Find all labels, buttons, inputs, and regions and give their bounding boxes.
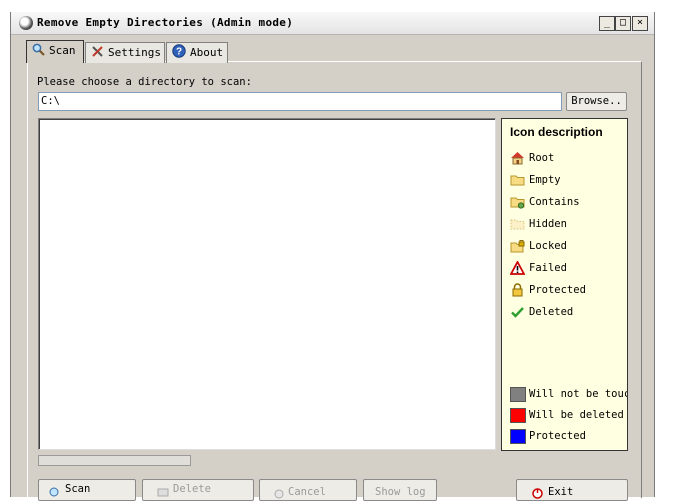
tab-about[interactable]: ? About xyxy=(166,42,228,63)
app-icon xyxy=(19,16,33,30)
scan-button[interactable]: Scan xyxy=(38,479,136,501)
cancel-button-icon xyxy=(274,489,284,502)
progress-bar xyxy=(38,455,191,466)
tab-scan-label: Scan xyxy=(49,44,76,57)
lock-icon xyxy=(510,283,525,297)
svg-text:?: ? xyxy=(176,47,182,58)
delete-button-label: Delete xyxy=(173,483,211,495)
locked-folder-icon xyxy=(510,239,525,253)
gray-swatch xyxy=(510,387,526,402)
tab-scan[interactable]: Scan xyxy=(26,40,84,63)
warning-icon xyxy=(509,260,526,275)
checkmark-icon xyxy=(510,305,525,319)
folder-contains-icon xyxy=(510,195,525,209)
cancel-button[interactable]: Cancel xyxy=(259,479,357,501)
house-icon xyxy=(510,151,525,165)
blue-swatch xyxy=(510,429,526,444)
app-window: Remove Empty Directories (Admin mode) _ … xyxy=(10,12,655,501)
hidden-folder-icon xyxy=(510,217,525,231)
folder-icon xyxy=(510,173,525,187)
tab-settings-label: Settings xyxy=(108,46,161,59)
show-log-button[interactable]: Show log xyxy=(363,479,437,501)
tab-about-label: About xyxy=(190,46,224,59)
delete-button[interactable]: Delete xyxy=(142,479,254,501)
exit-button[interactable]: Exit xyxy=(516,479,628,501)
magnifier-icon xyxy=(32,43,45,63)
exit-icon xyxy=(532,488,543,502)
cancel-button-label: Cancel xyxy=(288,486,326,498)
directory-input[interactable]: C:\ xyxy=(38,92,562,111)
show-log-button-label: Show log xyxy=(375,486,426,498)
directory-prompt-label: Please choose a directory to scan: xyxy=(37,76,252,88)
icon-legend: Icon description Root Empty Contains Hid… xyxy=(501,118,628,451)
delete-button-icon xyxy=(157,487,169,500)
title-bar[interactable]: Remove Empty Directories (Admin mode) _ … xyxy=(11,12,654,35)
exit-button-label: Exit xyxy=(548,486,574,498)
minimize-button[interactable]: _ xyxy=(599,16,615,31)
browse-button[interactable]: Browse.. xyxy=(566,92,627,111)
directory-tree-view[interactable] xyxy=(38,118,496,450)
help-icon: ? xyxy=(172,44,186,65)
close-button[interactable]: × xyxy=(632,16,648,31)
window-title: Remove Empty Directories (Admin mode) xyxy=(37,16,294,29)
scan-button-icon xyxy=(49,487,59,500)
red-swatch xyxy=(510,408,526,423)
scan-button-label: Scan xyxy=(65,483,91,495)
tools-icon xyxy=(91,45,104,65)
maximize-button[interactable]: □ xyxy=(615,16,631,31)
tab-settings[interactable]: Settings xyxy=(85,42,165,63)
legend-title: Icon description xyxy=(510,125,603,139)
